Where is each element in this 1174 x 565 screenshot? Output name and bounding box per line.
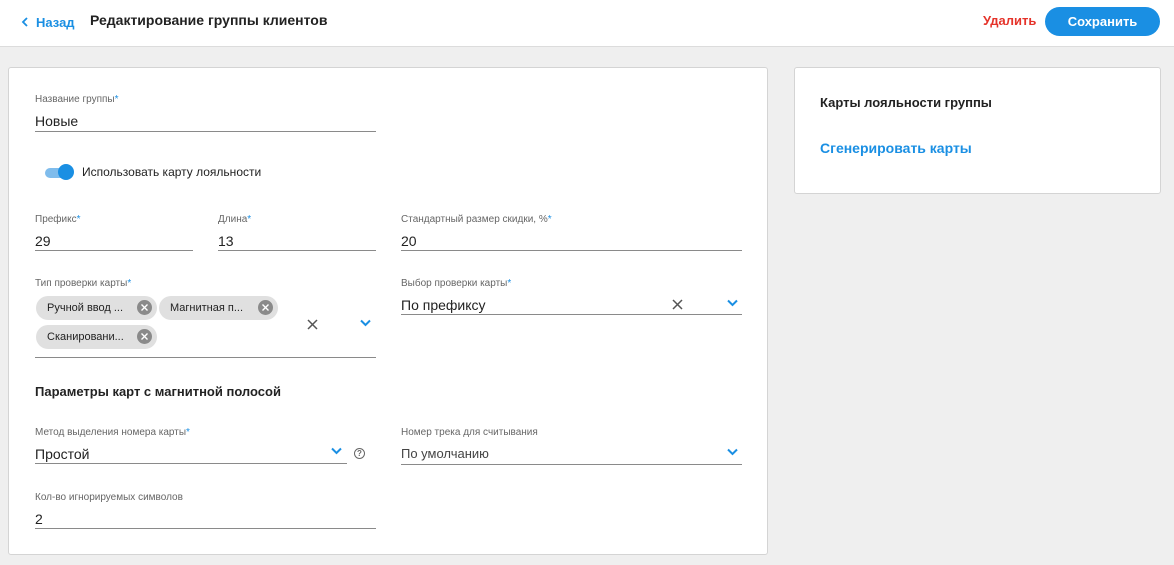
- discount-label: Стандартный размер скидки, %: [401, 214, 548, 225]
- page-title: Редактирование группы клиентов: [90, 12, 328, 28]
- track-number-label: Номер трека для считывания: [401, 427, 538, 438]
- discount-value: 20: [401, 233, 417, 249]
- ignored-chars-field[interactable]: Кол-во игнорируемых символов 2: [35, 491, 376, 530]
- extract-method-field[interactable]: Метод выделения номера карты* Простой: [35, 426, 347, 465]
- group-form-card: Название группы* Новые Использовать карт…: [8, 67, 768, 555]
- chevron-left-icon: [21, 17, 28, 27]
- chevron-down-icon[interactable]: [360, 319, 371, 327]
- required-mark: *: [76, 214, 81, 225]
- discount-field[interactable]: Стандартный размер скидки, %* 20: [401, 213, 742, 252]
- field-underline: [401, 464, 742, 465]
- field-underline: [401, 250, 742, 251]
- extract-method-label: Метод выделения номера карты: [35, 427, 187, 438]
- check-select-label: Выбор проверки карты: [401, 278, 508, 289]
- back-label: Назад: [36, 14, 75, 30]
- group-name-value: Новые: [35, 113, 79, 129]
- required-mark: *: [186, 427, 190, 438]
- required-mark: *: [547, 214, 552, 225]
- chevron-down-icon[interactable]: [727, 299, 738, 307]
- field-underline: [35, 131, 376, 132]
- prefix-value: 29: [35, 233, 51, 249]
- chip-remove-icon[interactable]: [258, 300, 273, 315]
- chip-manual-entry[interactable]: Ручной ввод ...: [36, 296, 157, 320]
- loyalty-toggle-label: Использовать карту лояльности: [82, 165, 262, 179]
- check-type-label: Тип проверки карты: [35, 278, 128, 289]
- length-label: Длина: [218, 214, 248, 225]
- field-underline: [35, 528, 376, 529]
- field-underline: [35, 357, 376, 358]
- track-number-field[interactable]: Номер трека для считывания По умолчанию: [401, 426, 742, 465]
- help-icon[interactable]: ?: [354, 448, 365, 459]
- toggle-knob: [58, 164, 74, 180]
- required-mark: *: [507, 278, 512, 289]
- chip-label: Магнитная п...: [170, 302, 244, 314]
- generate-cards-link[interactable]: Сгенерировать карты: [820, 140, 972, 156]
- clear-icon[interactable]: [307, 319, 318, 330]
- chip-remove-icon[interactable]: [137, 329, 152, 344]
- magnetic-section-title: Параметры карт с магнитной полосой: [35, 384, 281, 399]
- group-name-field[interactable]: Название группы* Новые: [35, 93, 376, 132]
- clear-icon[interactable]: [672, 299, 683, 310]
- loyalty-toggle[interactable]: [43, 164, 75, 180]
- required-mark: *: [114, 94, 119, 105]
- track-number-value: По умолчанию: [401, 446, 489, 461]
- check-type-field[interactable]: Тип проверки карты* Ручной ввод ... Магн…: [35, 277, 376, 359]
- field-underline: [35, 463, 347, 464]
- top-bar: Назад Редактирование группы клиентов Уда…: [0, 0, 1174, 47]
- extract-method-value: Простой: [35, 446, 90, 462]
- chevron-down-icon[interactable]: [331, 447, 342, 455]
- length-field[interactable]: Длина* 13: [218, 213, 376, 252]
- field-underline: [35, 250, 193, 251]
- required-mark: *: [127, 278, 132, 289]
- check-select-value: По префиксу: [401, 297, 486, 313]
- prefix-field[interactable]: Префикс* 29: [35, 213, 193, 252]
- delete-button[interactable]: Удалить: [983, 13, 1036, 28]
- save-button[interactable]: Сохранить: [1045, 7, 1160, 36]
- field-underline: [401, 314, 742, 315]
- required-mark: *: [247, 214, 252, 225]
- check-select-field[interactable]: Выбор проверки карты* По префиксу: [401, 277, 742, 316]
- chip-remove-icon[interactable]: [137, 300, 152, 315]
- chip-label: Ручной ввод ...: [47, 302, 124, 314]
- group-name-label: Название группы: [35, 94, 115, 105]
- length-value: 13: [218, 233, 234, 249]
- chip-label: Сканировани...: [47, 331, 124, 343]
- field-underline: [218, 250, 376, 251]
- ignored-chars-label: Кол-во игнорируемых символов: [35, 492, 183, 503]
- loyalty-cards-panel: Карты лояльности группы Сгенерировать ка…: [794, 67, 1161, 194]
- back-button[interactable]: Назад: [20, 13, 75, 31]
- chip-magnetic[interactable]: Магнитная п...: [159, 296, 278, 320]
- loyalty-cards-title: Карты лояльности группы: [820, 95, 992, 110]
- chevron-down-icon[interactable]: [727, 448, 738, 456]
- ignored-chars-value: 2: [35, 511, 43, 527]
- chip-scanning[interactable]: Сканировани...: [36, 325, 157, 349]
- prefix-label: Префикс: [35, 214, 77, 225]
